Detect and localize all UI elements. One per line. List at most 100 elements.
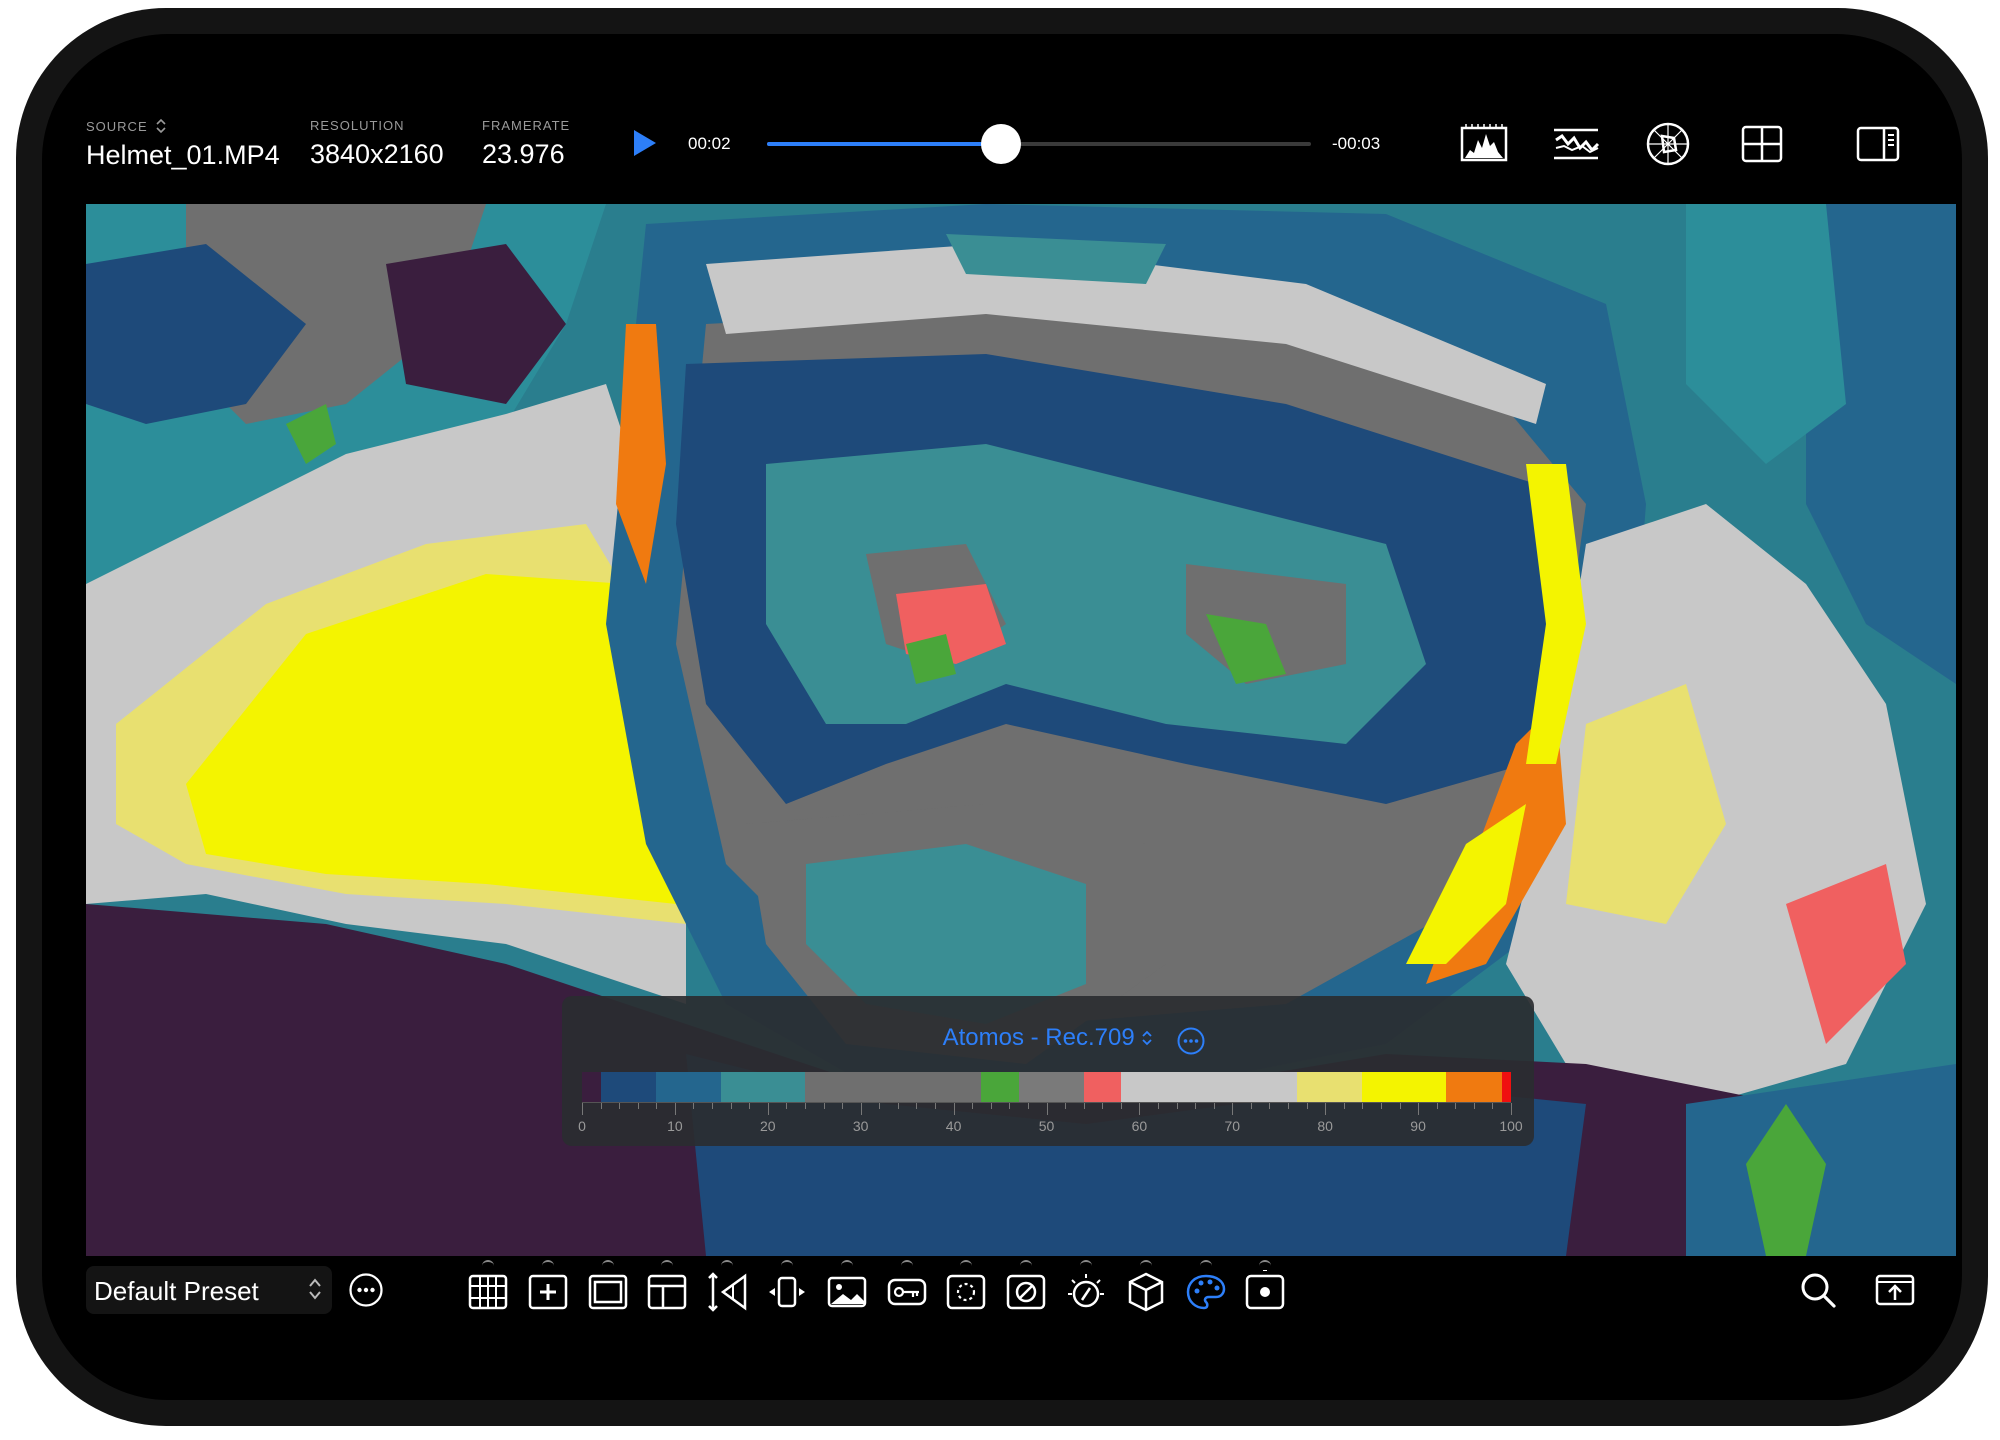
- source-info[interactable]: SOURCE Helmet_01.MP4: [86, 118, 280, 171]
- scale-label: 30: [852, 1118, 869, 1134]
- chevron-updown-icon: [156, 118, 166, 134]
- scale-label: 20: [760, 1118, 776, 1134]
- submenu-indicator: [661, 1260, 674, 1266]
- histogram-icon[interactable]: [1460, 120, 1508, 168]
- false-color-segment: [600, 1072, 657, 1102]
- search-icon[interactable]: [1798, 1270, 1838, 1310]
- scale-label: 0: [578, 1118, 586, 1134]
- false-color-segment: [656, 1072, 722, 1102]
- scale-tick: [1343, 1103, 1345, 1109]
- submenu-indicator: [1259, 1260, 1272, 1266]
- scale-tick: [1269, 1103, 1271, 1109]
- scale-label: 60: [1131, 1118, 1148, 1134]
- chevron-updown-icon: [1142, 1030, 1153, 1046]
- preset-label: Default Preset: [94, 1276, 259, 1306]
- scale-tick: [1139, 1103, 1141, 1115]
- scale-tick: [953, 1103, 955, 1115]
- elapsed-time: 00:02: [688, 134, 731, 153]
- scale-tick: [1157, 1103, 1159, 1109]
- scale-tick: [1288, 1103, 1290, 1109]
- false-color-segment: [1297, 1072, 1363, 1102]
- preset-selector[interactable]: Default Preset: [86, 1266, 332, 1314]
- scale-label: 100: [1499, 1118, 1523, 1134]
- false-color-scale-bar: [582, 1072, 1511, 1102]
- export-icon[interactable]: [1874, 1270, 1916, 1310]
- scale-tick: [1195, 1103, 1197, 1109]
- framerate-label: FRAMERATE: [482, 118, 571, 133]
- scale-tick: [823, 1103, 825, 1109]
- safe-area-icon: [648, 1274, 687, 1310]
- scale-tick: [1250, 1103, 1252, 1109]
- scale-tick: [1362, 1103, 1364, 1109]
- false-color-segment: [981, 1072, 1019, 1102]
- timeline-scrubber[interactable]: [767, 124, 1311, 164]
- false-color-segment: [1018, 1072, 1084, 1102]
- center-marker-button[interactable]: [522, 1260, 574, 1322]
- vectorscope-icon[interactable]: [1644, 120, 1692, 168]
- scale-tick: [1009, 1103, 1011, 1109]
- scale-label: 50: [1038, 1118, 1055, 1134]
- video-viewer[interactable]: Atomos - Rec.709 0 10 20 30 40 50 60 70 80 90 100: [86, 204, 1956, 1256]
- false-color-icon: [1186, 1274, 1225, 1310]
- scale-tick: [767, 1103, 769, 1115]
- scale-label: 10: [667, 1118, 683, 1134]
- scale-tick: [1176, 1103, 1178, 1109]
- submenu-indicator: [1080, 1260, 1092, 1266]
- scale-label: 70: [1224, 1118, 1241, 1134]
- scale-tick: [786, 1103, 788, 1109]
- scale-tick: [1232, 1103, 1234, 1115]
- zebra-button[interactable]: [1000, 1260, 1052, 1322]
- waveform-icon[interactable]: [1552, 120, 1600, 168]
- focus-assist-button[interactable]: [940, 1260, 992, 1322]
- anamorphic-desqueeze-button[interactable]: [701, 1260, 753, 1322]
- scale-tick: [804, 1103, 806, 1109]
- lut-cube-button[interactable]: [1120, 1260, 1172, 1322]
- play-button[interactable]: [634, 130, 656, 156]
- false-color-preset-selector[interactable]: Atomos - Rec.709: [562, 1024, 1534, 1052]
- image-overlay-button[interactable]: [821, 1260, 873, 1322]
- scale-tick: [1473, 1103, 1475, 1109]
- key-toggle-button[interactable]: [881, 1260, 933, 1322]
- false-color-button[interactable]: [1180, 1260, 1232, 1322]
- image-overlay-icon: [827, 1276, 867, 1308]
- grid-overlay-button[interactable]: [462, 1260, 514, 1322]
- submenu-indicator: [1020, 1260, 1033, 1266]
- scale-tick: [1083, 1103, 1085, 1109]
- frame-guide-button[interactable]: [582, 1260, 634, 1322]
- safe-area-button[interactable]: [641, 1260, 693, 1322]
- scrubber-handle[interactable]: [980, 124, 1021, 164]
- submenu-indicator: [1139, 1260, 1152, 1266]
- scale-tick: [1492, 1103, 1494, 1109]
- record-marker-button[interactable]: [1239, 1260, 1291, 1322]
- scale-tick: [749, 1103, 751, 1109]
- more-options-icon[interactable]: [1176, 1026, 1206, 1056]
- center-marker-icon: [528, 1274, 568, 1310]
- scale-tick: [1306, 1103, 1308, 1109]
- submenu-indicator: [482, 1260, 494, 1266]
- frame-guide-icon: [588, 1274, 627, 1310]
- false-color-segment: [1083, 1072, 1121, 1102]
- scale-tick: [879, 1103, 881, 1109]
- flip-icon: [769, 1276, 805, 1308]
- side-panel-icon[interactable]: [1854, 120, 1902, 168]
- exposure-button[interactable]: [1060, 1260, 1112, 1322]
- false-color-segment: [582, 1072, 601, 1102]
- scale-tick: [935, 1103, 937, 1109]
- scale-label: 90: [1410, 1118, 1426, 1134]
- submenu-indicator: [781, 1260, 793, 1266]
- flip-button[interactable]: [761, 1260, 813, 1322]
- grid-layout-icon[interactable]: [1738, 120, 1786, 168]
- framerate-info: FRAMERATE 23.976: [482, 118, 570, 170]
- scale-tick: [897, 1103, 899, 1109]
- scale-tick: [674, 1103, 676, 1115]
- scale-tick: [1399, 1103, 1401, 1109]
- scale-tick: [637, 1103, 639, 1109]
- preset-more-icon[interactable]: [348, 1272, 384, 1308]
- false-color-panel: Atomos - Rec.709 0 10 20 30 40 50 60 70 80 90 100: [562, 996, 1534, 1146]
- submenu-indicator: [601, 1260, 614, 1266]
- false-color-segment: [721, 1072, 805, 1102]
- lut-cube-icon: [1128, 1272, 1164, 1312]
- scale-tick: [730, 1103, 732, 1109]
- submenu-indicator: [840, 1260, 853, 1266]
- app-window: SOURCE Helmet_01.MP4 RESOLUTION 3840x216…: [42, 34, 1962, 1400]
